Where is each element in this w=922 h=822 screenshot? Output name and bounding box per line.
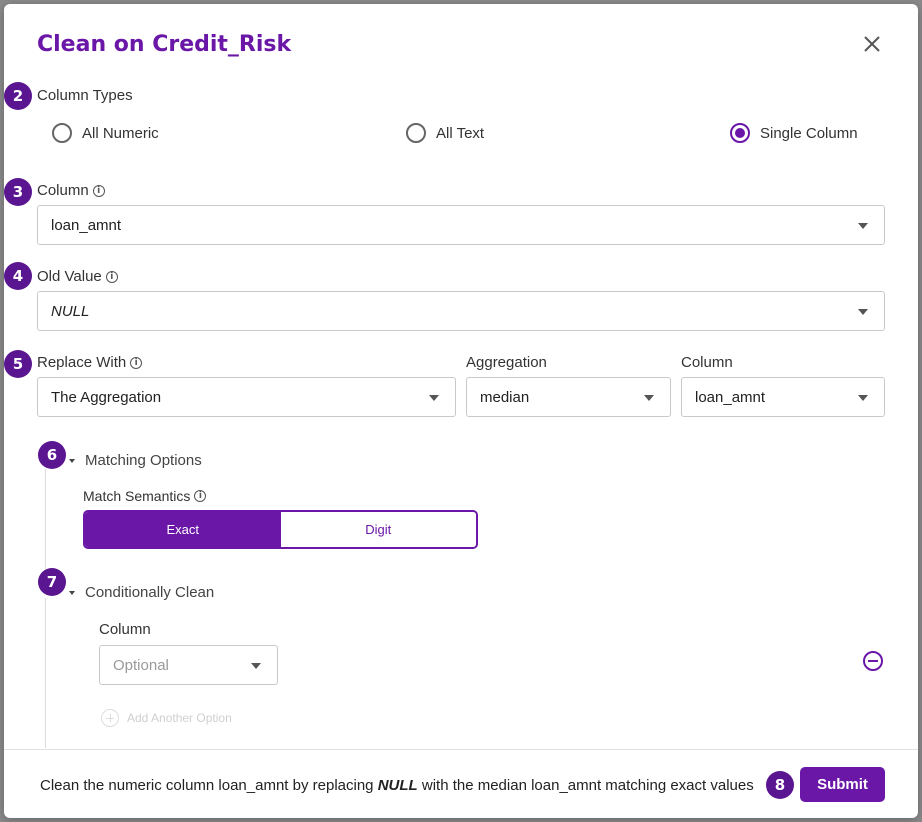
match-semantics-label: Match Semantics i — [83, 488, 207, 504]
step-badge-2: 2 — [4, 82, 32, 110]
conditionally-clean-toggle[interactable]: Conditionally Clean — [69, 584, 214, 601]
info-icon: i — [130, 356, 143, 369]
replace-with-label-text: Replace With — [37, 354, 127, 371]
condition-column-label: Column — [99, 621, 151, 638]
footer-divider — [4, 749, 918, 750]
column-select-value: loan_amnt — [51, 216, 122, 234]
chevron-down-icon — [858, 223, 868, 229]
info-icon: i — [105, 270, 118, 283]
add-another-option-button[interactable]: Add Another Option — [101, 709, 232, 727]
column-select[interactable]: loan_amnt — [37, 205, 885, 245]
condition-column-select[interactable]: Optional — [99, 645, 278, 685]
radio-label: All Text — [436, 124, 485, 142]
agg-column-label-text: Column — [681, 354, 733, 371]
add-another-option-label: Add Another Option — [127, 711, 232, 725]
old-value-label: Old Value i — [37, 268, 118, 285]
aggregation-label-text: Aggregation — [466, 354, 547, 371]
info-icon: i — [92, 184, 105, 197]
summary-value: NULL — [377, 777, 418, 794]
section-guide-line — [45, 598, 46, 748]
chevron-down-icon — [858, 395, 868, 401]
match-semantics-label-text: Match Semantics — [83, 488, 191, 504]
radio-circle — [406, 123, 426, 143]
aggregation-select-value: median — [480, 388, 530, 406]
condition-column-placeholder: Optional — [113, 656, 169, 674]
clean-dialog: Clean on Credit_Risk 2 Column Types All … — [4, 4, 918, 818]
old-value-label-text: Old Value — [37, 268, 102, 285]
old-value-select-value: NULL — [51, 302, 90, 320]
step-badge-7: 7 — [38, 568, 66, 596]
chevron-down-icon — [251, 663, 261, 669]
step-badge-3: 3 — [4, 178, 32, 206]
summary-post: with the median loan_amnt matching exact… — [421, 777, 754, 794]
radio-all-text[interactable]: All Text — [406, 123, 484, 143]
condition-column-label-text: Column — [99, 621, 151, 638]
match-exact-button[interactable]: Exact — [85, 512, 281, 547]
clean-summary: Clean the numeric column loan_amnt by re… — [40, 777, 754, 794]
match-semantics-toggle: Exact Digit — [83, 510, 478, 549]
old-value-select[interactable]: NULL — [37, 291, 885, 331]
section-guide-line — [45, 469, 46, 579]
match-digit-button[interactable]: Digit — [280, 512, 476, 547]
radio-dot — [735, 128, 745, 138]
column-types-label-text: Column Types — [37, 87, 133, 104]
submit-button[interactable]: Submit — [800, 767, 885, 802]
radio-label: Single Column — [760, 124, 858, 142]
agg-column-label: Column — [681, 354, 733, 371]
agg-column-select-value: loan_amnt — [695, 388, 766, 406]
dialog-title: Clean on Credit_Risk — [37, 32, 292, 57]
aggregation-select[interactable]: median — [466, 377, 671, 417]
radio-single-column[interactable]: Single Column — [730, 123, 858, 143]
collapse-caret-icon — [69, 458, 75, 463]
step-badge-6: 6 — [38, 441, 66, 469]
close-icon[interactable] — [860, 32, 884, 56]
aggregation-label: Aggregation — [466, 354, 547, 371]
step-badge-4: 4 — [4, 262, 32, 290]
collapse-caret-icon — [69, 590, 75, 595]
radio-circle — [52, 123, 72, 143]
step-badge-5: 5 — [4, 350, 32, 378]
conditionally-clean-header: Conditionally Clean — [85, 584, 215, 601]
radio-label: All Numeric — [82, 124, 159, 142]
info-icon: i — [194, 490, 207, 502]
agg-column-select[interactable]: loan_amnt — [681, 377, 885, 417]
radio-circle-selected — [730, 123, 750, 143]
column-label-text: Column — [37, 182, 89, 199]
summary-pre: Clean the numeric column loan_amnt by re… — [40, 777, 374, 794]
remove-condition-icon[interactable] — [863, 651, 883, 671]
column-types-label: Column Types — [37, 87, 133, 104]
plus-circle-icon — [101, 709, 119, 727]
column-label: Column i — [37, 182, 105, 199]
matching-options-toggle[interactable]: Matching Options — [69, 452, 202, 469]
replace-with-select-value: The Aggregation — [51, 388, 162, 406]
replace-with-label: Replace With i — [37, 354, 143, 371]
chevron-down-icon — [644, 395, 654, 401]
matching-options-header: Matching Options — [85, 452, 202, 469]
replace-with-select[interactable]: The Aggregation — [37, 377, 456, 417]
step-badge-8: 8 — [766, 771, 794, 799]
chevron-down-icon — [429, 395, 439, 401]
chevron-down-icon — [858, 309, 868, 315]
radio-all-numeric[interactable]: All Numeric — [52, 123, 159, 143]
